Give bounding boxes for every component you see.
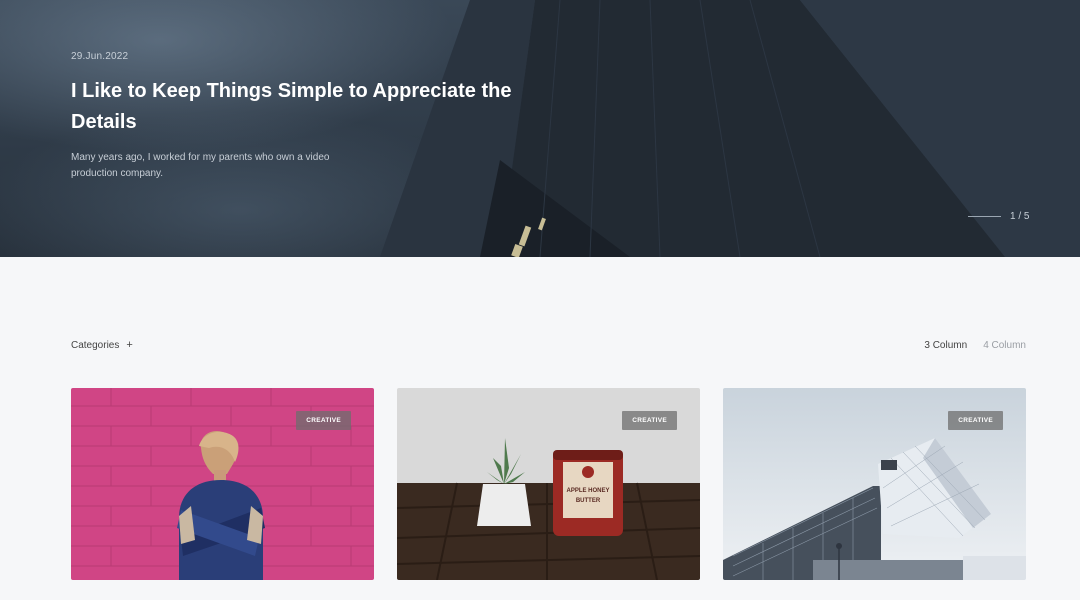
hero-description: Many years ago, I worked for my parents … bbox=[71, 152, 330, 179]
four-column-option[interactable]: 4 Column bbox=[983, 340, 1026, 351]
hero-title[interactable]: I Like to Keep Things Simple to Apprecia… bbox=[71, 76, 541, 138]
three-column-option[interactable]: 3 Column bbox=[924, 340, 967, 351]
portfolio-card[interactable]: CREATIVE bbox=[723, 388, 1026, 580]
post-date: 29.Jun.2022 bbox=[71, 51, 129, 62]
portfolio-card[interactable]: CREATIVE bbox=[71, 388, 374, 580]
pager-line bbox=[968, 216, 1001, 217]
slider-pagination[interactable]: 1 / 5 bbox=[968, 211, 1029, 222]
candle-label-line-2: BUTTER bbox=[576, 498, 601, 504]
portfolio-toolbar: Categories + 3 Column 4 Column bbox=[71, 336, 1026, 354]
portfolio-grid: CREATIVE APPLE HONEY BUTTER CREATIVE CRE… bbox=[71, 388, 1026, 580]
category-badge[interactable]: CREATIVE bbox=[622, 411, 677, 430]
categories-label: Categories bbox=[71, 339, 120, 351]
pager-counter: 1 / 5 bbox=[1010, 211, 1030, 222]
portfolio-card[interactable]: APPLE HONEY BUTTER CREATIVE bbox=[397, 388, 700, 580]
category-badge[interactable]: CREATIVE bbox=[296, 411, 351, 430]
hero-slider: 29.Jun.2022 I Like to Keep Things Simple… bbox=[0, 0, 1080, 257]
candle-label-line-1: APPLE HONEY bbox=[566, 488, 609, 494]
category-badge[interactable]: CREATIVE bbox=[948, 411, 1003, 430]
column-switcher: 3 Column 4 Column bbox=[924, 340, 1026, 351]
plus-icon: + bbox=[126, 339, 133, 351]
categories-dropdown[interactable]: Categories + bbox=[71, 340, 133, 351]
